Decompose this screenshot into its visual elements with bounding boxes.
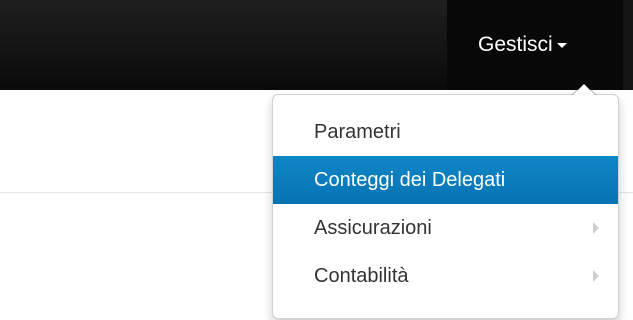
dropdown-pointer — [572, 84, 596, 96]
caret-down-icon — [556, 42, 567, 48]
manage-dropdown-toggle[interactable]: Gestisci — [478, 30, 567, 60]
navbar-edge — [623, 0, 633, 90]
chevron-right-icon — [593, 222, 599, 234]
menu-item-conteggi-delegati[interactable]: Conteggi dei Delegati — [273, 156, 618, 204]
menu-item-label: Parametri — [314, 120, 401, 143]
manage-dropdown-menu: Parametri Conteggi dei Delegati Assicura… — [272, 94, 619, 319]
menu-item-label: Contabilità — [314, 264, 409, 287]
manage-menu-label: Gestisci — [478, 33, 553, 56]
menu-item-contabilita[interactable]: Contabilità — [273, 252, 618, 300]
menu-item-parametri[interactable]: Parametri — [273, 108, 618, 156]
menu-item-label: Conteggi dei Delegati — [314, 168, 506, 191]
menu-item-assicurazioni[interactable]: Assicurazioni — [273, 204, 618, 252]
top-navbar: Gestisci — [0, 0, 633, 90]
chevron-right-icon — [593, 270, 599, 282]
menu-item-label: Assicurazioni — [314, 216, 432, 239]
